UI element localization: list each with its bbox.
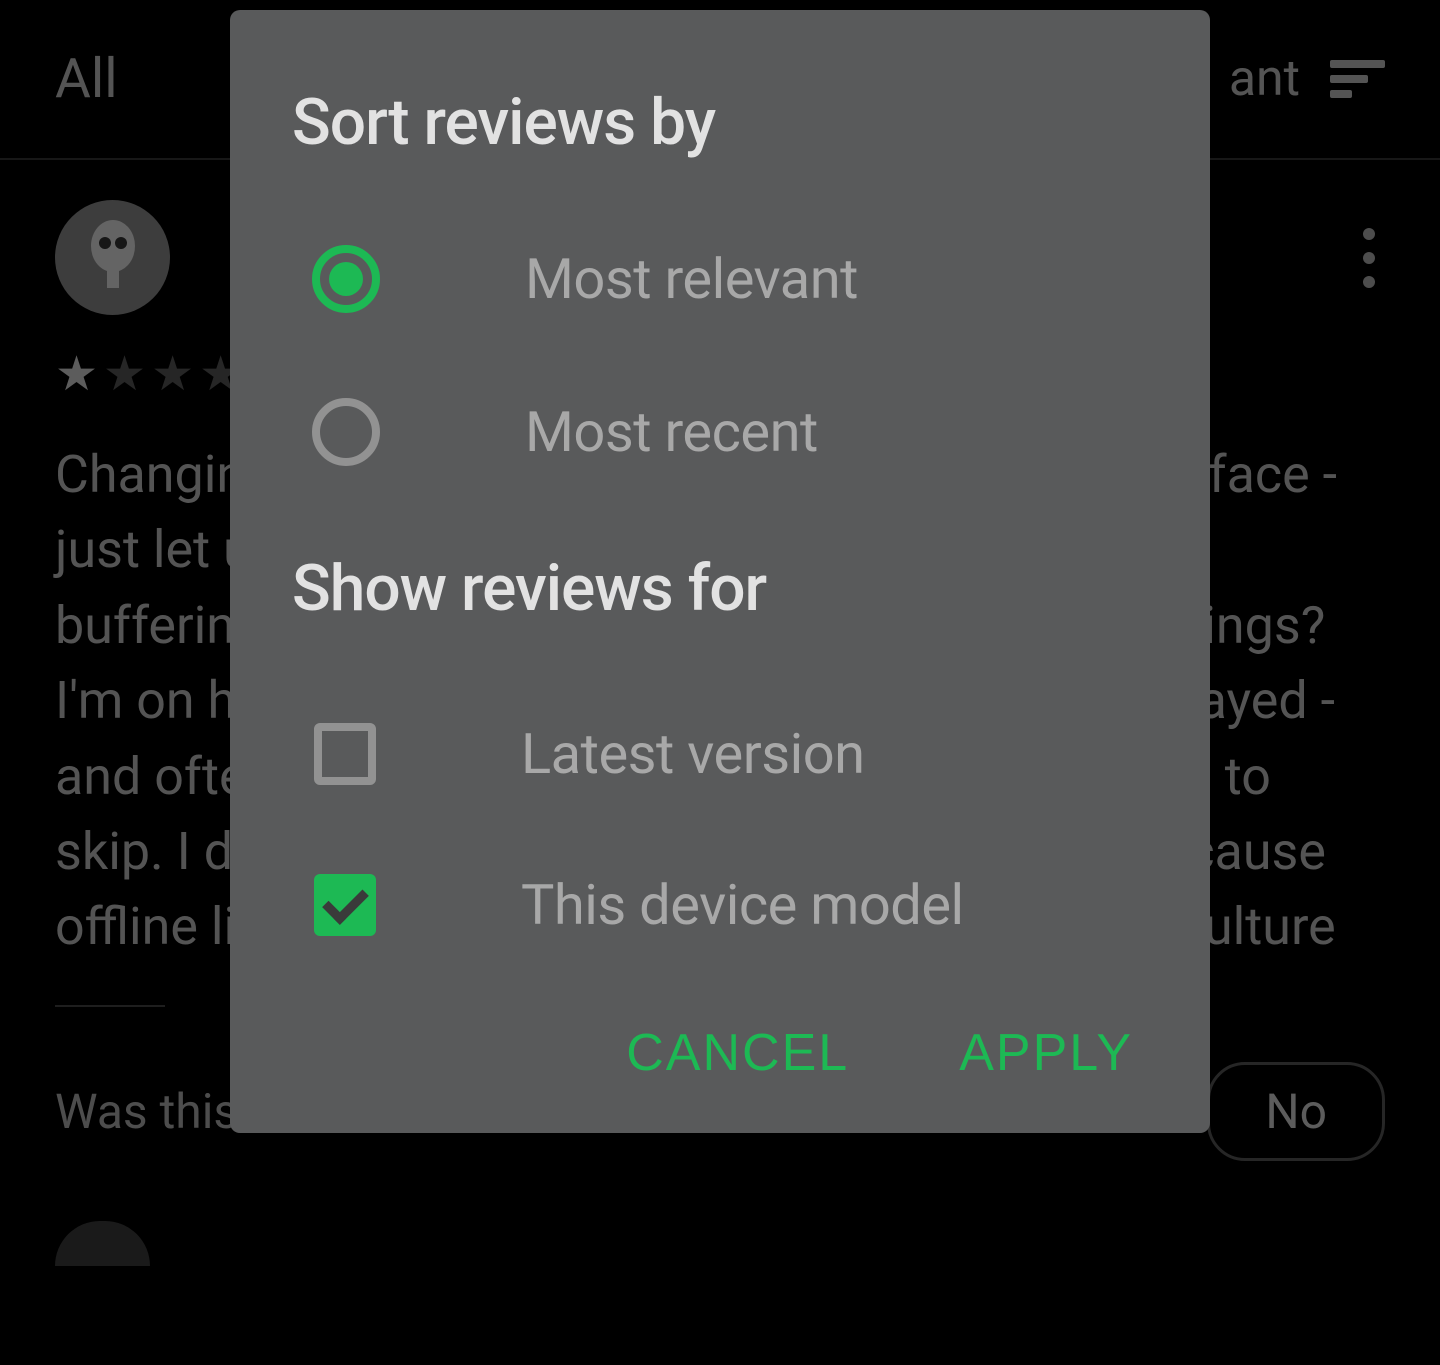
radio-icon xyxy=(312,245,380,313)
sort-section-title: Sort reviews by xyxy=(292,85,1148,160)
radio-most-recent[interactable]: Most recent xyxy=(292,398,1148,466)
checkbox-label: Latest version xyxy=(521,721,865,787)
radio-label: Most relevant xyxy=(525,246,858,312)
cancel-button[interactable]: CANCEL xyxy=(626,1023,849,1083)
checkbox-icon xyxy=(314,723,376,785)
radio-most-relevant[interactable]: Most relevant xyxy=(292,245,1148,313)
checkbox-this-device[interactable]: This device model xyxy=(292,872,1148,938)
apply-button[interactable]: APPLY xyxy=(959,1023,1133,1083)
checkbox-latest-version[interactable]: Latest version xyxy=(292,721,1148,787)
dialog-actions: CANCEL APPLY xyxy=(292,1023,1148,1083)
radio-icon xyxy=(312,398,380,466)
sort-filter-dialog: Sort reviews by Most relevant Most recen… xyxy=(230,10,1210,1133)
modal-overlay[interactable]: Sort reviews by Most relevant Most recen… xyxy=(0,0,1440,1365)
checkbox-label: This device model xyxy=(521,872,964,938)
checkbox-icon xyxy=(314,874,376,936)
filter-section-title: Show reviews for xyxy=(292,551,1148,626)
radio-label: Most recent xyxy=(525,399,818,465)
